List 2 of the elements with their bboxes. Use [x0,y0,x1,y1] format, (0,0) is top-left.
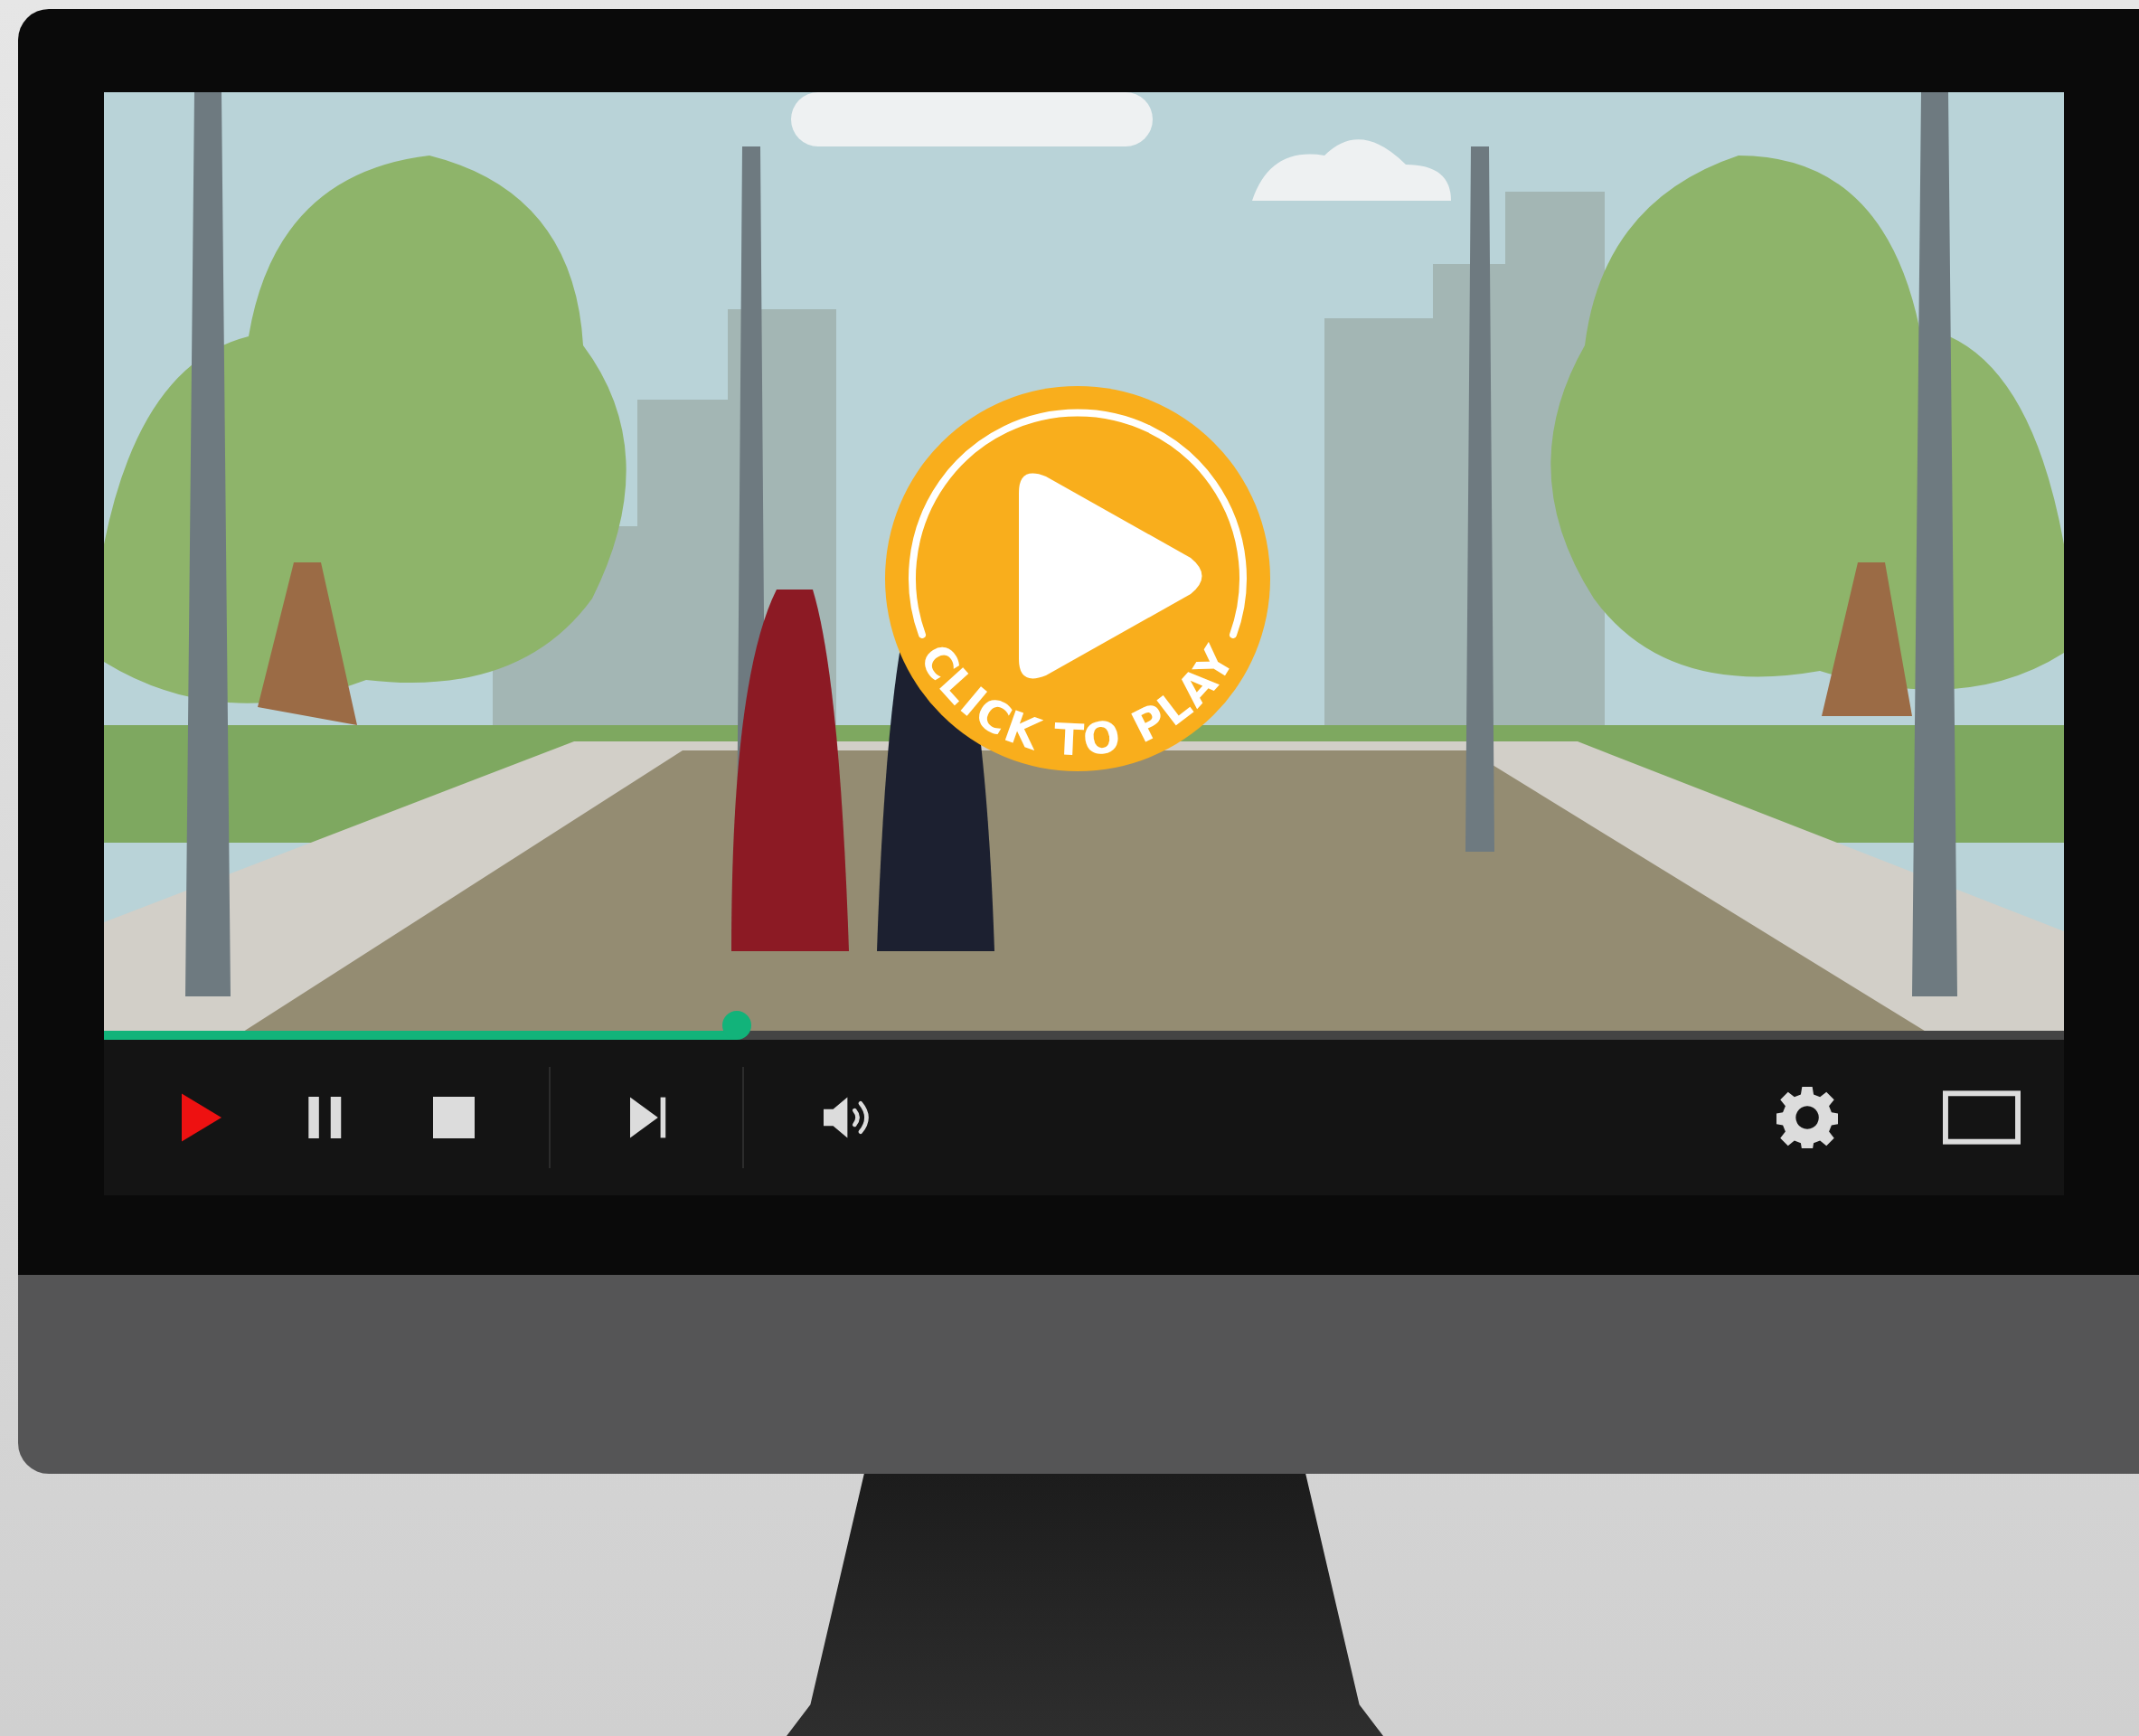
progress-handle[interactable] [722,1011,752,1040]
progress-track[interactable] [104,1011,2064,1040]
